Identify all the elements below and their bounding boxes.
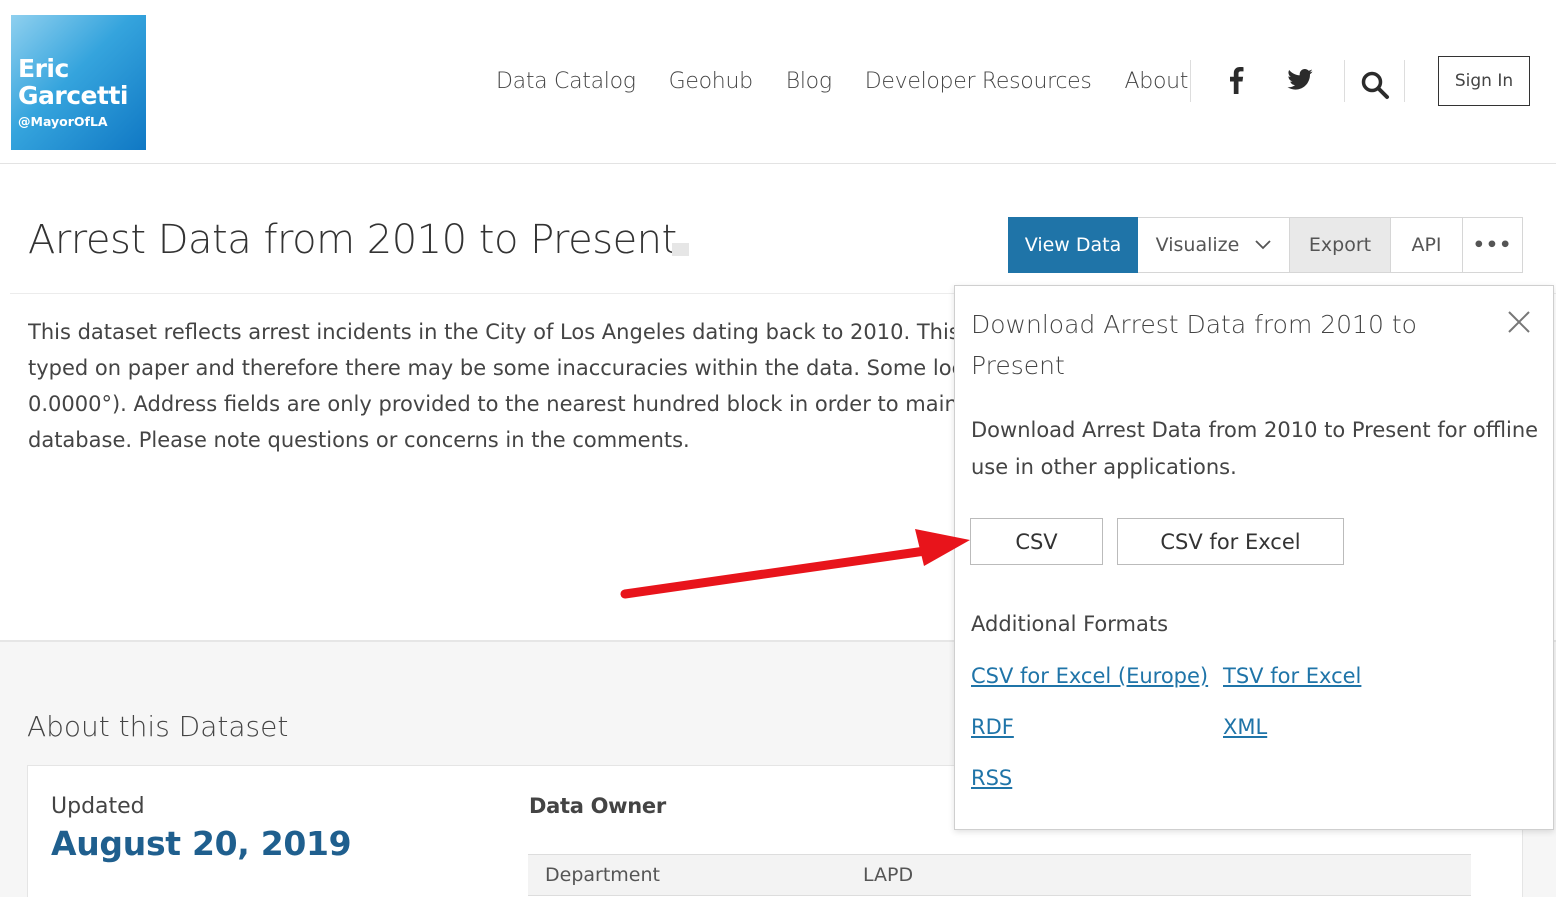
twitter-icon[interactable] <box>1287 69 1313 95</box>
csv-download-button[interactable]: CSV <box>970 518 1103 565</box>
nav-divider <box>1190 60 1191 102</box>
export-button[interactable]: Export <box>1290 217 1391 273</box>
search-icon[interactable] <box>1360 70 1390 105</box>
description-line: database. Please note questions or conce… <box>28 428 690 452</box>
csv-for-excel-europe-link[interactable]: CSV for Excel (Europe) <box>971 664 1208 688</box>
site-header: Eric Garcetti @MayorOfLA Data Catalog Ge… <box>0 0 1556 164</box>
popover-description: Download Arrest Data from 2010 to Presen… <box>971 418 1539 479</box>
csv-for-excel-download-button[interactable]: CSV for Excel <box>1117 518 1344 565</box>
nav-geohub[interactable]: Geohub <box>669 69 753 94</box>
close-icon[interactable] <box>1505 308 1533 336</box>
xml-link[interactable]: XML <box>1223 715 1267 739</box>
dataset-action-buttons: View Data Visualize Export API ••• <box>1008 217 1523 273</box>
owner-key: Department <box>545 864 660 886</box>
nav-divider <box>1344 60 1345 102</box>
rdf-link[interactable]: RDF <box>971 715 1014 739</box>
view-data-button[interactable]: View Data <box>1008 217 1138 273</box>
chevron-down-icon <box>1255 240 1271 250</box>
nav-about[interactable]: About <box>1125 69 1189 94</box>
api-button[interactable]: API <box>1391 217 1463 273</box>
updated-date: August 20, 2019 <box>51 824 352 863</box>
visualize-button[interactable]: Visualize <box>1138 217 1290 273</box>
facebook-icon[interactable] <box>1228 66 1244 99</box>
owner-row: Department LAPD <box>528 854 1471 896</box>
description-line: 0.0000°). Address fields are only provid… <box>28 392 958 416</box>
logo-handle: @MayorOfLA <box>18 114 108 129</box>
mayor-logo[interactable]: Eric Garcetti @MayorOfLA <box>11 15 146 150</box>
nav-data-catalog[interactable]: Data Catalog <box>496 69 636 94</box>
dataset-description: This dataset reflects arrest incidents i… <box>28 314 958 464</box>
logo-first-name: Eric <box>18 54 69 83</box>
visualize-label: Visualize <box>1155 234 1240 256</box>
main-nav: Data Catalog Geohub Blog Developer Resou… <box>496 64 1221 98</box>
owner-value: LAPD <box>863 864 914 886</box>
about-heading: About this Dataset <box>27 710 289 743</box>
sign-in-button[interactable]: Sign In <box>1438 56 1530 106</box>
additional-formats-heading: Additional Formats <box>971 612 1169 636</box>
popover-title: Download Arrest Data from 2010 to Presen… <box>971 310 1417 380</box>
tsv-for-excel-link[interactable]: TSV for Excel <box>1223 664 1361 688</box>
rss-link[interactable]: RSS <box>971 766 1012 790</box>
page-title: Arrest Data from 2010 to Present <box>28 217 677 263</box>
nav-divider <box>1404 60 1405 102</box>
logo-last-name: Garcetti <box>18 81 128 110</box>
description-line: This dataset reflects arrest incidents i… <box>28 320 958 344</box>
title-badge <box>672 243 689 256</box>
more-options-button[interactable]: ••• <box>1463 217 1523 273</box>
nav-blog[interactable]: Blog <box>786 69 832 94</box>
data-owner-label: Data Owner <box>529 794 666 818</box>
download-popover: Download Arrest Data from 2010 to Presen… <box>954 285 1554 830</box>
description-line: typed on paper and therefore there may b… <box>28 356 958 380</box>
updated-label: Updated <box>51 794 145 819</box>
nav-developer-resources[interactable]: Developer Resources <box>865 69 1092 94</box>
